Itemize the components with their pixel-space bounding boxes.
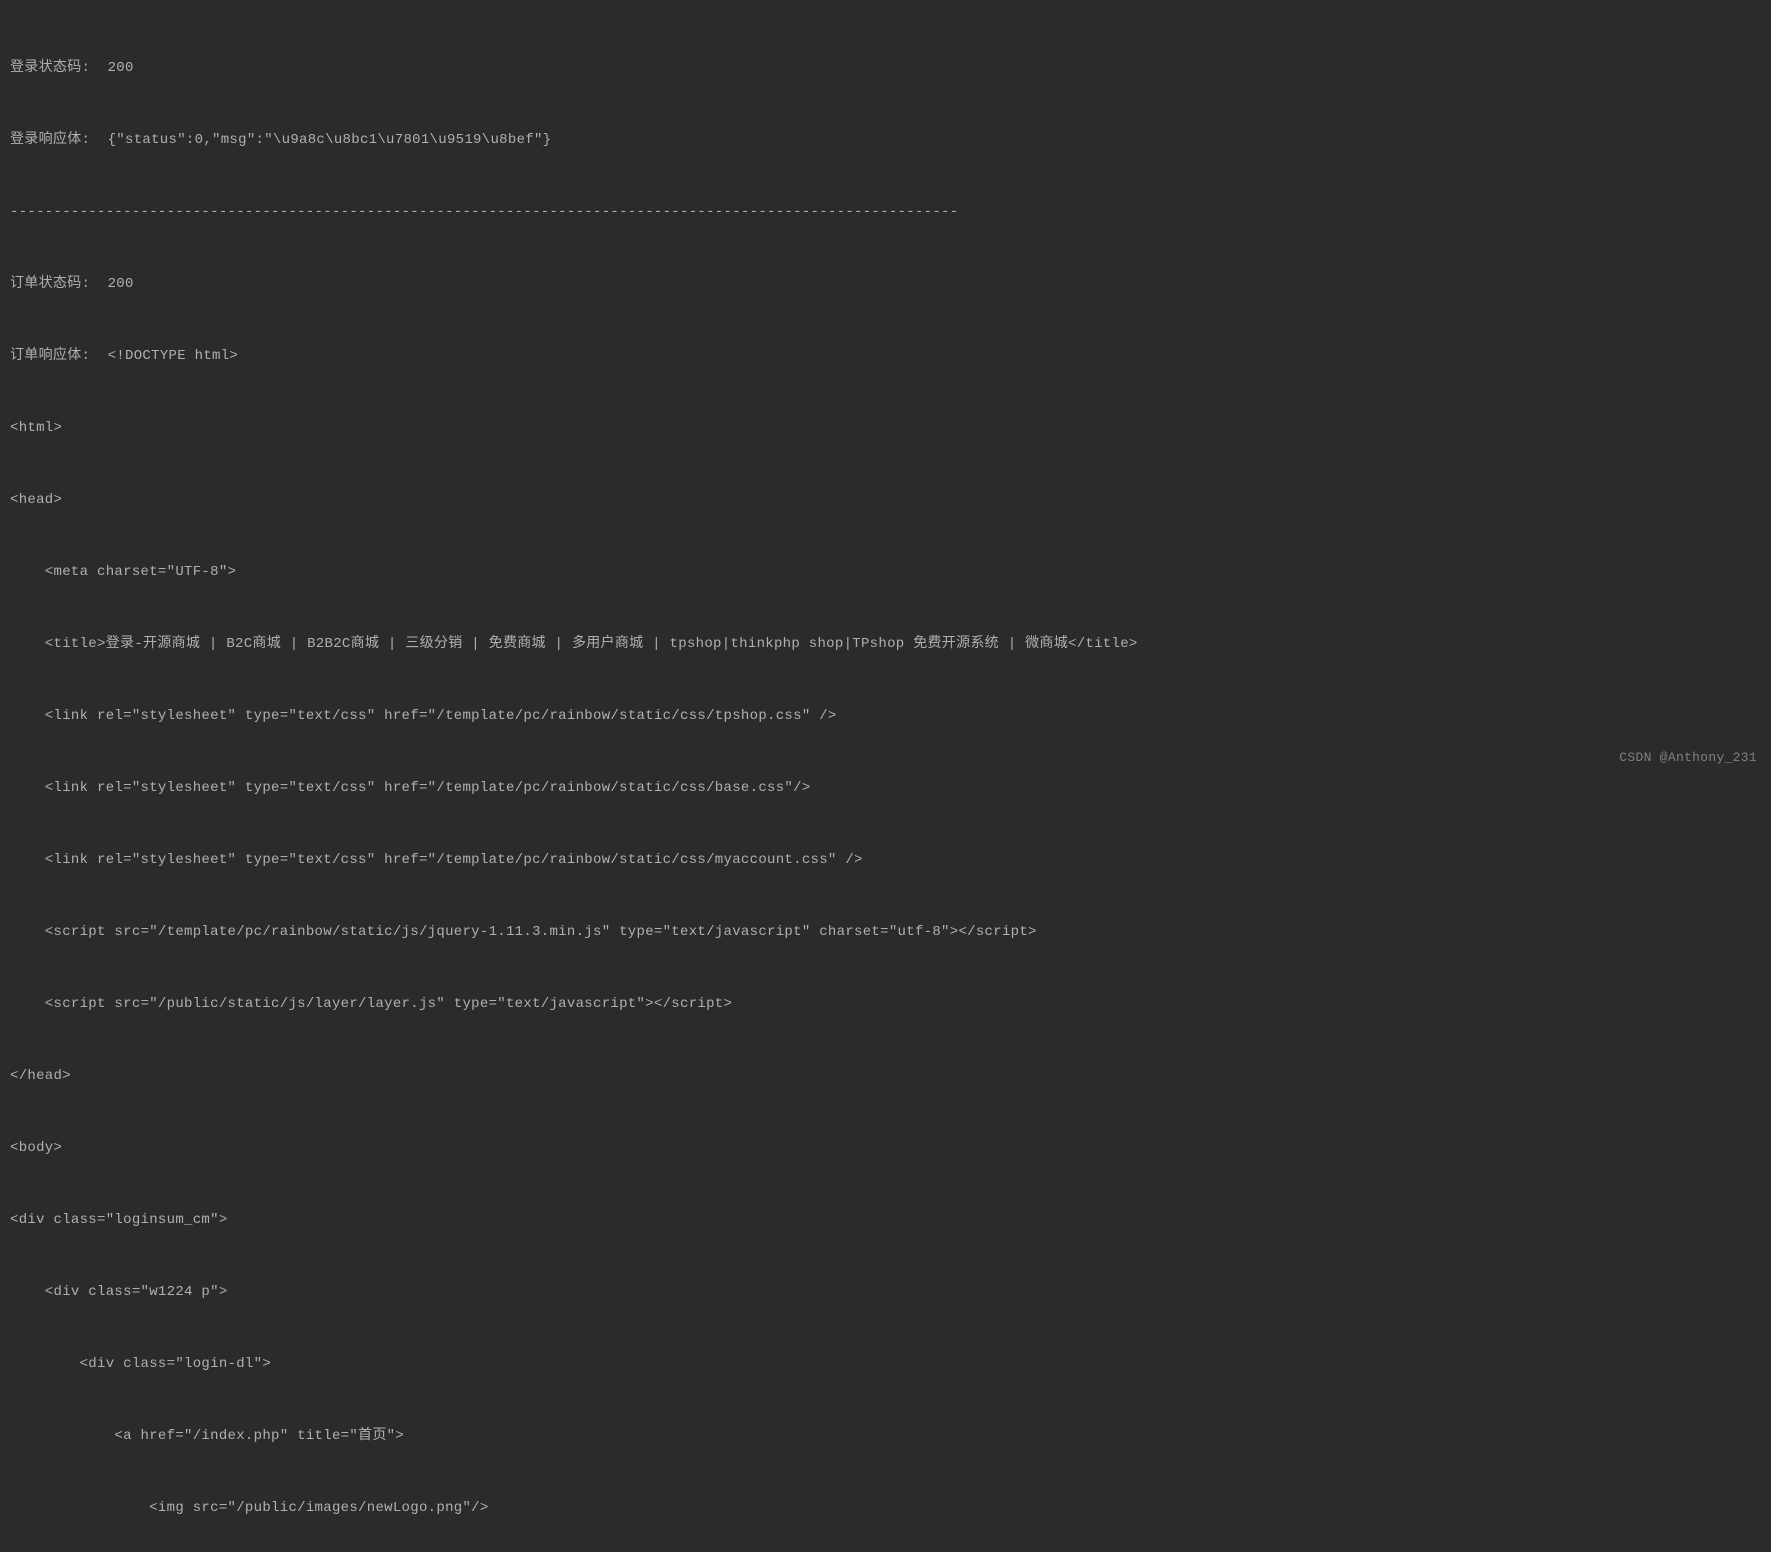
output-line: <html>	[10, 416, 1761, 440]
watermark-text: CSDN @Anthony_231	[1619, 746, 1757, 770]
output-line: </head>	[10, 1064, 1761, 1088]
output-line: <link rel="stylesheet" type="text/css" h…	[10, 848, 1761, 872]
output-line: ----------------------------------------…	[10, 200, 1761, 224]
output-line: <link rel="stylesheet" type="text/css" h…	[10, 776, 1761, 800]
output-line: <div class="login-dl">	[10, 1352, 1761, 1376]
console-output: 登录状态码: 200 登录响应体: {"status":0,"msg":"\u9…	[10, 8, 1761, 1552]
output-line: 登录响应体: {"status":0,"msg":"\u9a8c\u8bc1\u…	[10, 128, 1761, 152]
output-line: 订单状态码: 200	[10, 272, 1761, 296]
output-line: <div class="w1224 p">	[10, 1280, 1761, 1304]
output-line: <div class="loginsum_cm">	[10, 1208, 1761, 1232]
output-line: 登录状态码: 200	[10, 56, 1761, 80]
output-line: <link rel="stylesheet" type="text/css" h…	[10, 704, 1761, 728]
output-line: <script src="/public/static/js/layer/lay…	[10, 992, 1761, 1016]
output-line: <title>登录-开源商城 | B2C商城 | B2B2C商城 | 三级分销 …	[10, 632, 1761, 656]
output-line: <a href="/index.php" title="首页">	[10, 1424, 1761, 1448]
output-line: 订单响应体: <!DOCTYPE html>	[10, 344, 1761, 368]
output-line: <script src="/template/pc/rainbow/static…	[10, 920, 1761, 944]
output-line: <img src="/public/images/newLogo.png"/>	[10, 1496, 1761, 1520]
output-line: <head>	[10, 488, 1761, 512]
output-line: <body>	[10, 1136, 1761, 1160]
output-line: <meta charset="UTF-8">	[10, 560, 1761, 584]
